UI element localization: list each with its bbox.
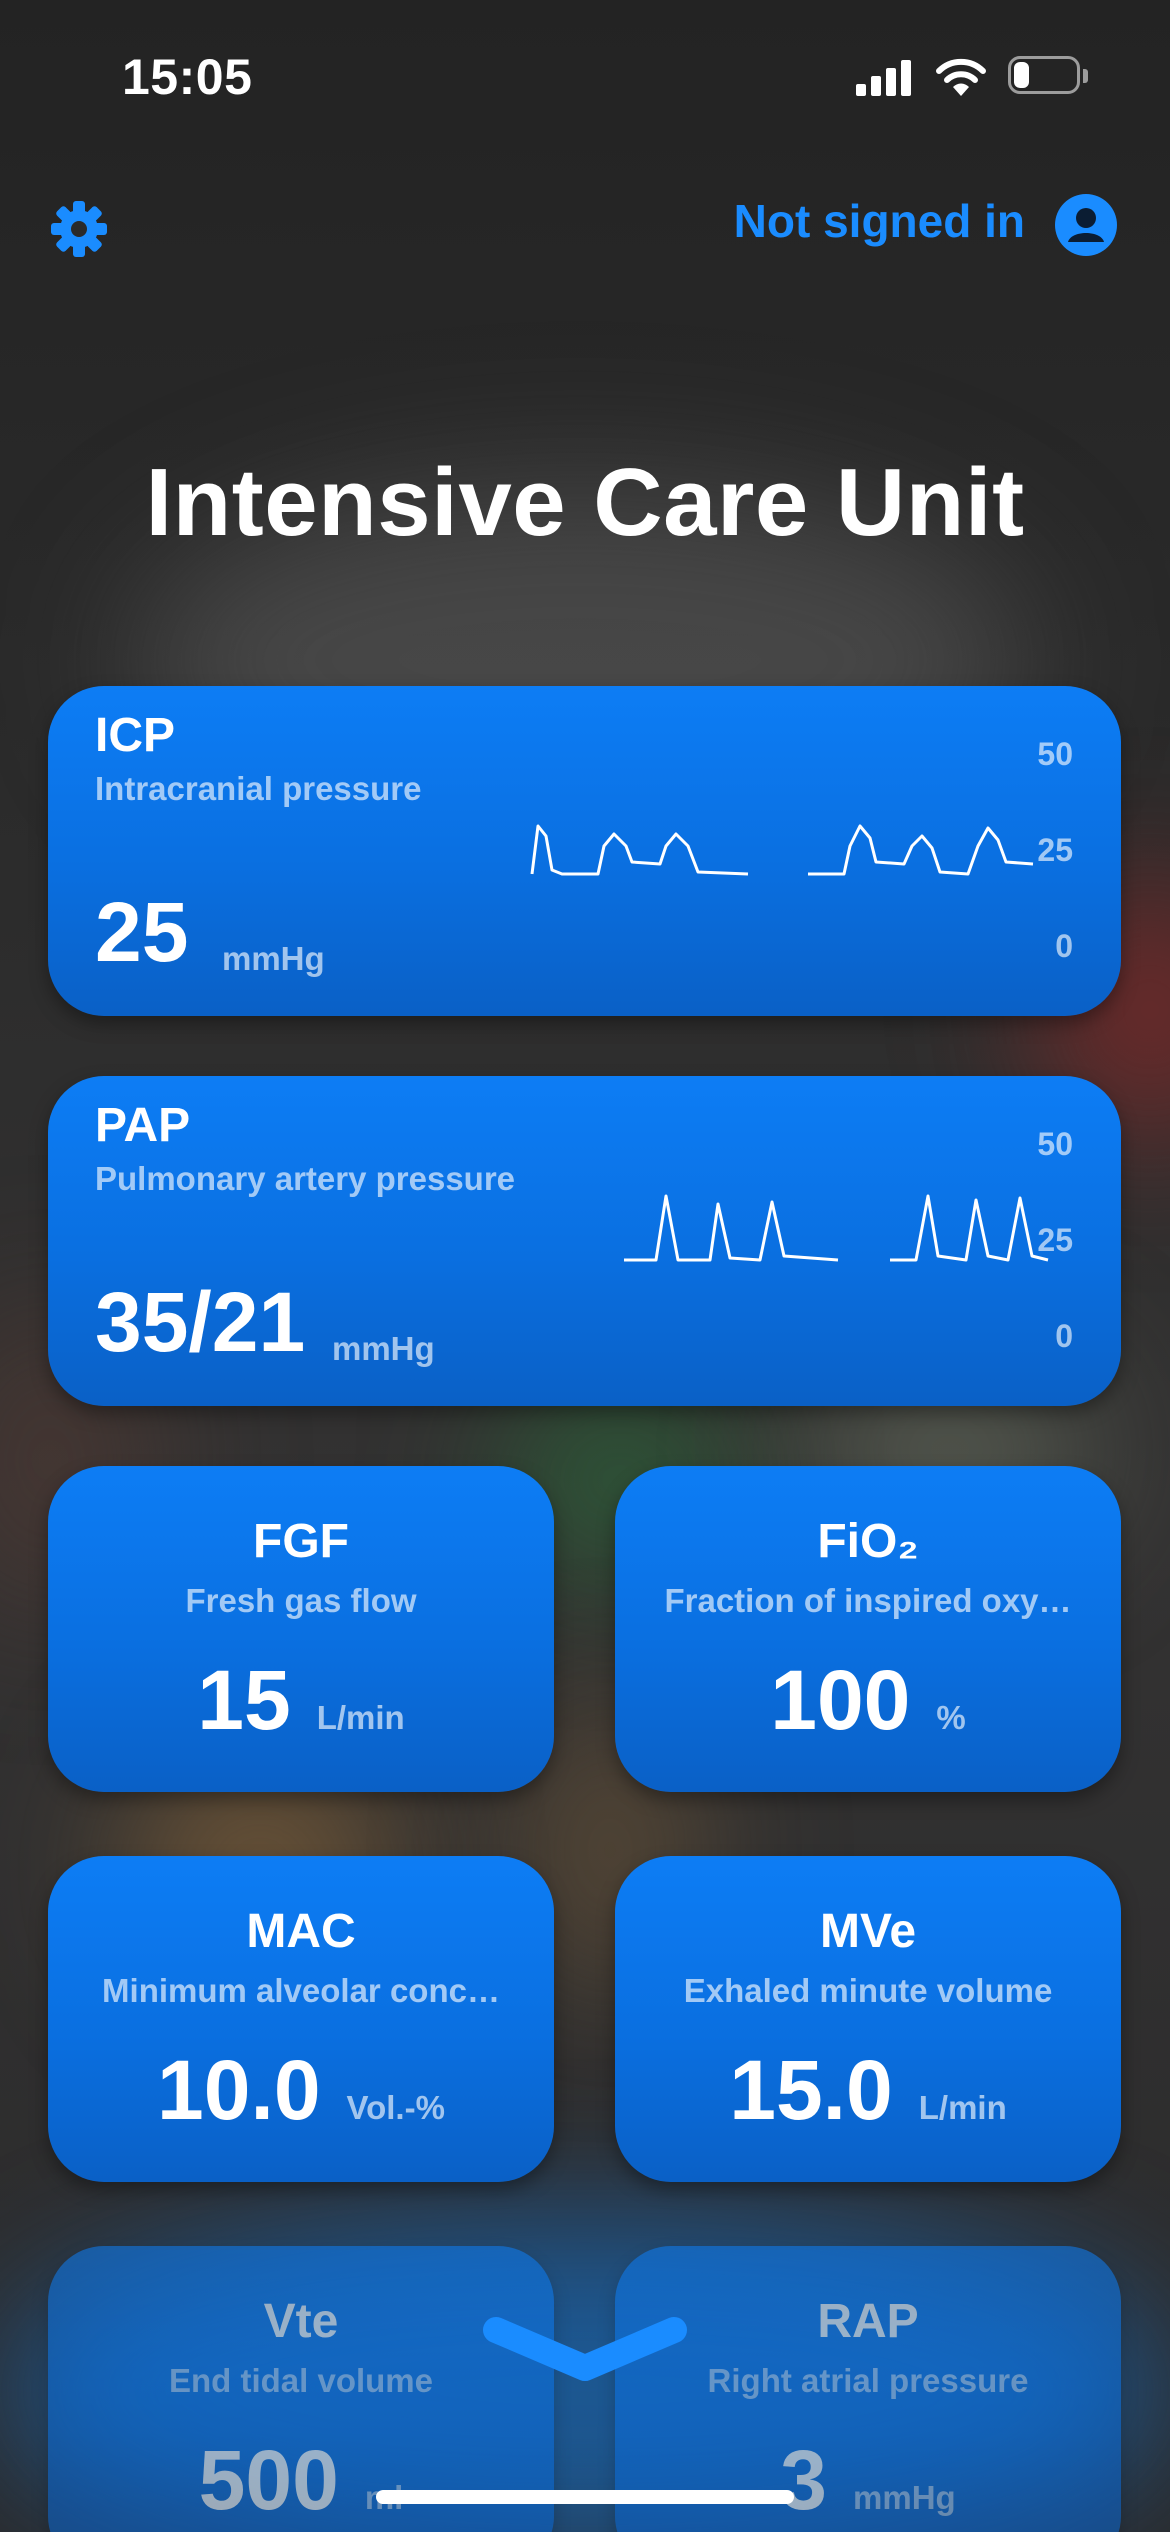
metric-description: Intracranial pressure (95, 770, 422, 807)
metric-value: 100 (770, 1653, 911, 1747)
metric-description: Fraction of inspired oxy… (664, 1582, 1072, 1619)
axis-min: 0 (1055, 1318, 1073, 1354)
metric-description: Fresh gas flow (185, 1582, 417, 1619)
metric-description: Pulmonary artery pressure (95, 1160, 516, 1197)
metric-abbrev: MAC (246, 1905, 356, 1958)
metric-unit: L/min (918, 2089, 1007, 2126)
metric-unit: % (936, 1699, 966, 1736)
metric-card-mac[interactable]: MAC Minimum alveolar conc… 10.0 Vol.-% (48, 1856, 554, 2182)
account-status-label[interactable]: Not signed in (734, 194, 1025, 248)
metric-unit: mmHg (853, 2479, 956, 2516)
cellular-signal-icon (856, 58, 914, 96)
page-title: Intensive Care Unit (145, 449, 1025, 556)
battery-icon (1008, 56, 1090, 96)
icp-waveform (530, 824, 1034, 876)
metric-value-row: 100% (615, 1652, 1121, 1749)
status-time: 15:05 (122, 49, 253, 105)
status-bar: 15:05 (0, 0, 1170, 150)
axis-max: 50 (1037, 1126, 1073, 1162)
metric-abbrev: FiO₂ (817, 1515, 919, 1568)
metric-abbrev: PAP (95, 1099, 191, 1152)
wifi-icon (936, 58, 986, 96)
axis-max: 50 (1037, 736, 1073, 772)
metric-value: 3 (780, 2433, 828, 2527)
axis-mid: 25 (1037, 832, 1073, 868)
metric-card-pap[interactable]: PAP Pulmonary artery pressure 35/21 mmHg… (48, 1076, 1121, 1406)
metric-card-fgf[interactable]: FGF Fresh gas flow 15 L/min (48, 1466, 554, 1792)
metric-abbrev: ICP (95, 709, 176, 762)
metric-unit: L/min (316, 1699, 405, 1736)
metric-value: 15.0 (729, 2043, 893, 2137)
metric-description: Minimum alveolar conc… (102, 1972, 500, 2009)
home-indicator[interactable] (376, 2490, 794, 2504)
metric-description: Exhaled minute volume (683, 1972, 1053, 2009)
metric-value-row: 15 L/min (48, 1652, 554, 1749)
metric-value-row: 15.0 L/min (615, 2042, 1121, 2139)
chevron-down-icon[interactable] (478, 2310, 692, 2390)
metric-abbrev: MVe (819, 1905, 917, 1958)
person-circle-icon[interactable] (1055, 194, 1117, 256)
metric-value-row: 10.0 Vol.-% (48, 2042, 554, 2139)
metric-value: 25 (95, 885, 189, 979)
metric-unit: mmHg (332, 1330, 435, 1367)
top-navigation: Not signed in (0, 180, 1170, 270)
metric-card-mve[interactable]: MVe Exhaled minute volume 15.0 L/min (615, 1856, 1121, 2182)
metric-value: 10.0 (157, 2043, 321, 2137)
gear-icon[interactable] (50, 200, 108, 258)
metric-unit: Vol.-% (346, 2089, 445, 2126)
metric-value: 15 (197, 1653, 291, 1747)
metric-value-row: 500ml (48, 2432, 554, 2529)
axis-min: 0 (1055, 928, 1073, 964)
metric-value: 500 (198, 2433, 339, 2527)
metric-value-row: 3 mmHg (615, 2432, 1121, 2529)
metric-card-icp[interactable]: ICP Intracranial pressure 25 mmHg 50 25 … (48, 686, 1121, 1016)
metric-unit: mmHg (222, 940, 325, 977)
axis-mid: 25 (1037, 1222, 1073, 1258)
metric-abbrev: FGF (253, 1515, 349, 1568)
metric-value: 35/21 (95, 1275, 306, 1369)
metric-card-fio2[interactable]: FiO₂ Fraction of inspired oxy… 100% (615, 1466, 1121, 1792)
